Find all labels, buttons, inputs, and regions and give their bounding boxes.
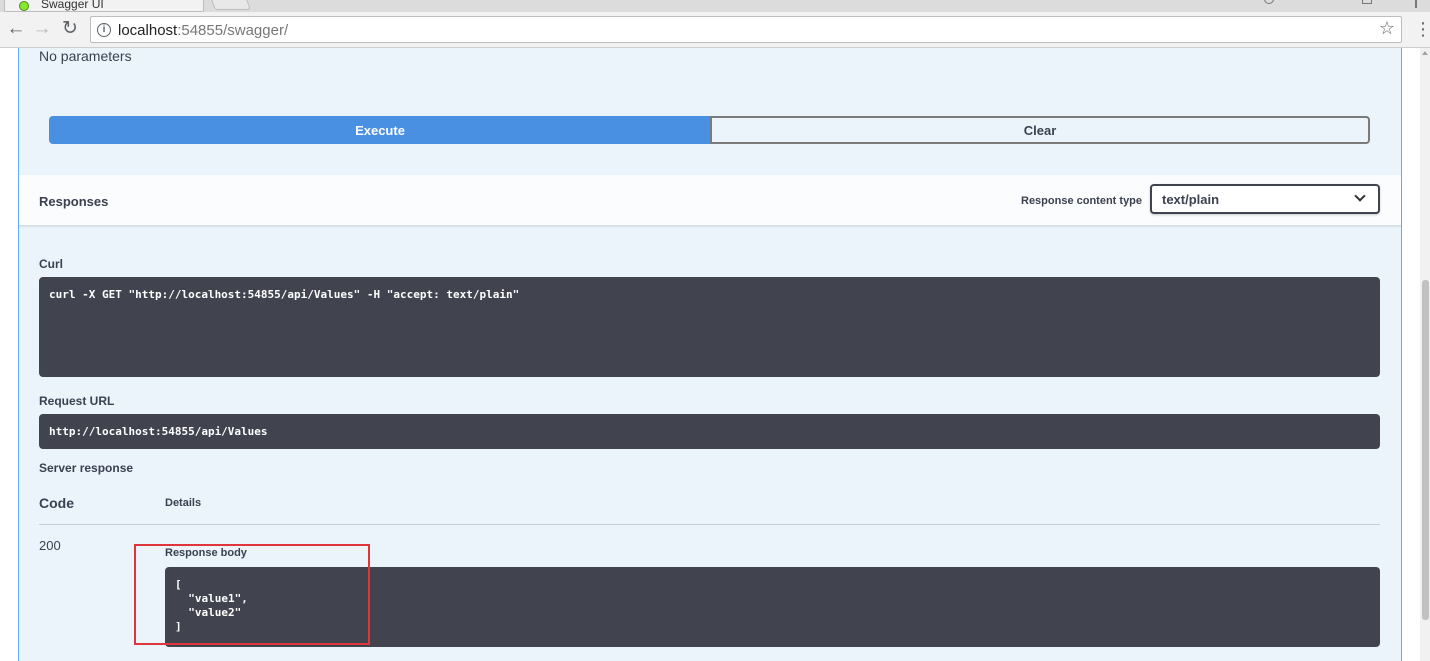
account-icon[interactable] (1264, 0, 1274, 4)
status-code: 200 (39, 538, 61, 553)
back-arrow-icon[interactable]: ← (4, 17, 28, 41)
url-host: localhost (118, 22, 178, 39)
maximize-icon[interactable] (1362, 0, 1372, 4)
bookmark-star-icon[interactable]: ☆ (1379, 18, 1395, 39)
tab-title: Swagger UI (41, 0, 104, 11)
request-url-label: Request URL (39, 394, 115, 408)
close-window-icon[interactable] (1410, 0, 1420, 8)
details-column-header: Details (165, 497, 202, 509)
responses-header: Responses Response content type text/pla… (19, 175, 1401, 226)
server-response-label: Server response (39, 461, 134, 475)
forward-arrow-icon[interactable]: → (30, 17, 54, 41)
request-url-value[interactable]: http://localhost:54855/api/Values (39, 414, 1380, 449)
no-parameters-text: No parameters (39, 48, 132, 64)
scrollbar-thumb[interactable] (1422, 280, 1429, 620)
browser-toolbar: ← → ↻ i localhost:54855/swagger/ ☆ ⋮ (0, 12, 1430, 48)
clear-button[interactable]: Clear (710, 116, 1370, 144)
tab-strip: Swagger UI (0, 0, 1430, 12)
response-content-type-label: Response content type (1021, 195, 1143, 207)
reload-icon[interactable]: ↻ (58, 17, 82, 41)
url-path: :54855/swagger/ (177, 22, 289, 39)
responses-title: Responses (39, 194, 109, 209)
browser-menu-icon[interactable]: ⋮ (1414, 18, 1430, 40)
code-column-header: Code (39, 495, 74, 511)
info-icon[interactable]: i (97, 23, 111, 37)
highlight-annotation-box (134, 544, 370, 645)
new-tab-button[interactable] (209, 0, 251, 10)
execute-button[interactable]: Execute (49, 116, 711, 144)
curl-command[interactable]: curl -X GET "http://localhost:54855/api/… (39, 277, 1380, 377)
address-bar[interactable]: i localhost:54855/swagger/ ☆ (90, 16, 1402, 43)
browser-tab[interactable]: Swagger UI (4, 0, 204, 12)
url-text[interactable]: localhost:54855/swagger/ (118, 22, 288, 39)
response-content-type-select[interactable]: text/plain (1150, 184, 1380, 214)
swagger-favicon-icon (19, 1, 29, 11)
swagger-page: No parameters Execute Clear Responses Re… (0, 48, 1420, 661)
response-content-type-value: text/plain (1162, 192, 1220, 207)
table-divider (39, 524, 1380, 525)
vertical-scrollbar[interactable] (1420, 48, 1430, 661)
curl-label: Curl (39, 257, 63, 271)
scroll-up-arrow-icon[interactable] (1422, 51, 1428, 55)
chevron-down-icon (1354, 190, 1366, 202)
